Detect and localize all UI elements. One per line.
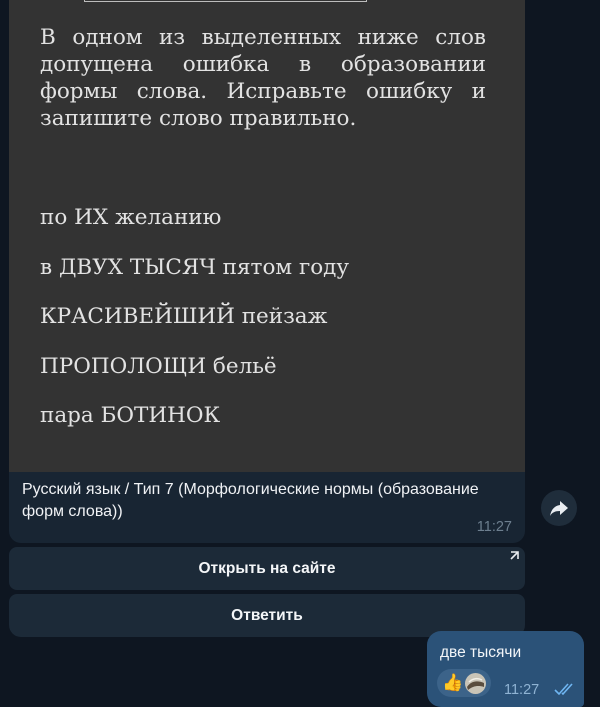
- share-button[interactable]: [541, 490, 577, 526]
- incoming-message: В одном из выделенных ниже слов допущена…: [9, 0, 525, 637]
- message-bubble: В одном из выделенных ниже слов допущена…: [9, 0, 525, 543]
- open-site-label: Открыть на сайте: [198, 559, 336, 577]
- reaction-avatar: [465, 673, 486, 694]
- outgoing-time: 11:27: [504, 682, 540, 698]
- phrase-item: в ДВУХ ТЫСЯЧ пятом году: [40, 254, 350, 280]
- share-arrow-icon: [550, 500, 568, 516]
- open-site-button[interactable]: Открыть на сайте: [9, 547, 525, 590]
- phrase-item: по ИХ желанию: [40, 205, 222, 230]
- reaction-pill[interactable]: 👍: [437, 669, 491, 697]
- caption-text: Русский язык / Тип 7 (Морфологические но…: [22, 481, 479, 520]
- double-check-icon: [554, 683, 573, 696]
- phrase-item: пара БОТИНОК: [40, 403, 221, 428]
- external-link-icon: [510, 551, 519, 560]
- outgoing-message: две тысячи 👍 11:27: [427, 631, 584, 707]
- task-instruction: В одном из выделенных ниже слов допущена…: [40, 25, 486, 131]
- message-caption: Русский язык / Тип 7 (Морфологические но…: [9, 472, 525, 543]
- image-frame-decoration: [84, 0, 367, 2]
- phrase-item: ПРОПОЛОЩИ бельё: [40, 353, 277, 379]
- phrase-list: по ИХ желанию в ДВУХ ТЫСЯЧ пятом году КР…: [40, 200, 349, 448]
- task-image[interactable]: В одном из выделенных ниже слов допущена…: [9, 0, 525, 472]
- phrase-item: КРАСИВЕЙШИЙ пейзаж: [40, 304, 328, 329]
- reply-label: Ответить: [231, 606, 303, 624]
- thumbs-up-icon: 👍: [442, 673, 464, 692]
- outgoing-text: две тысячи: [440, 644, 522, 661]
